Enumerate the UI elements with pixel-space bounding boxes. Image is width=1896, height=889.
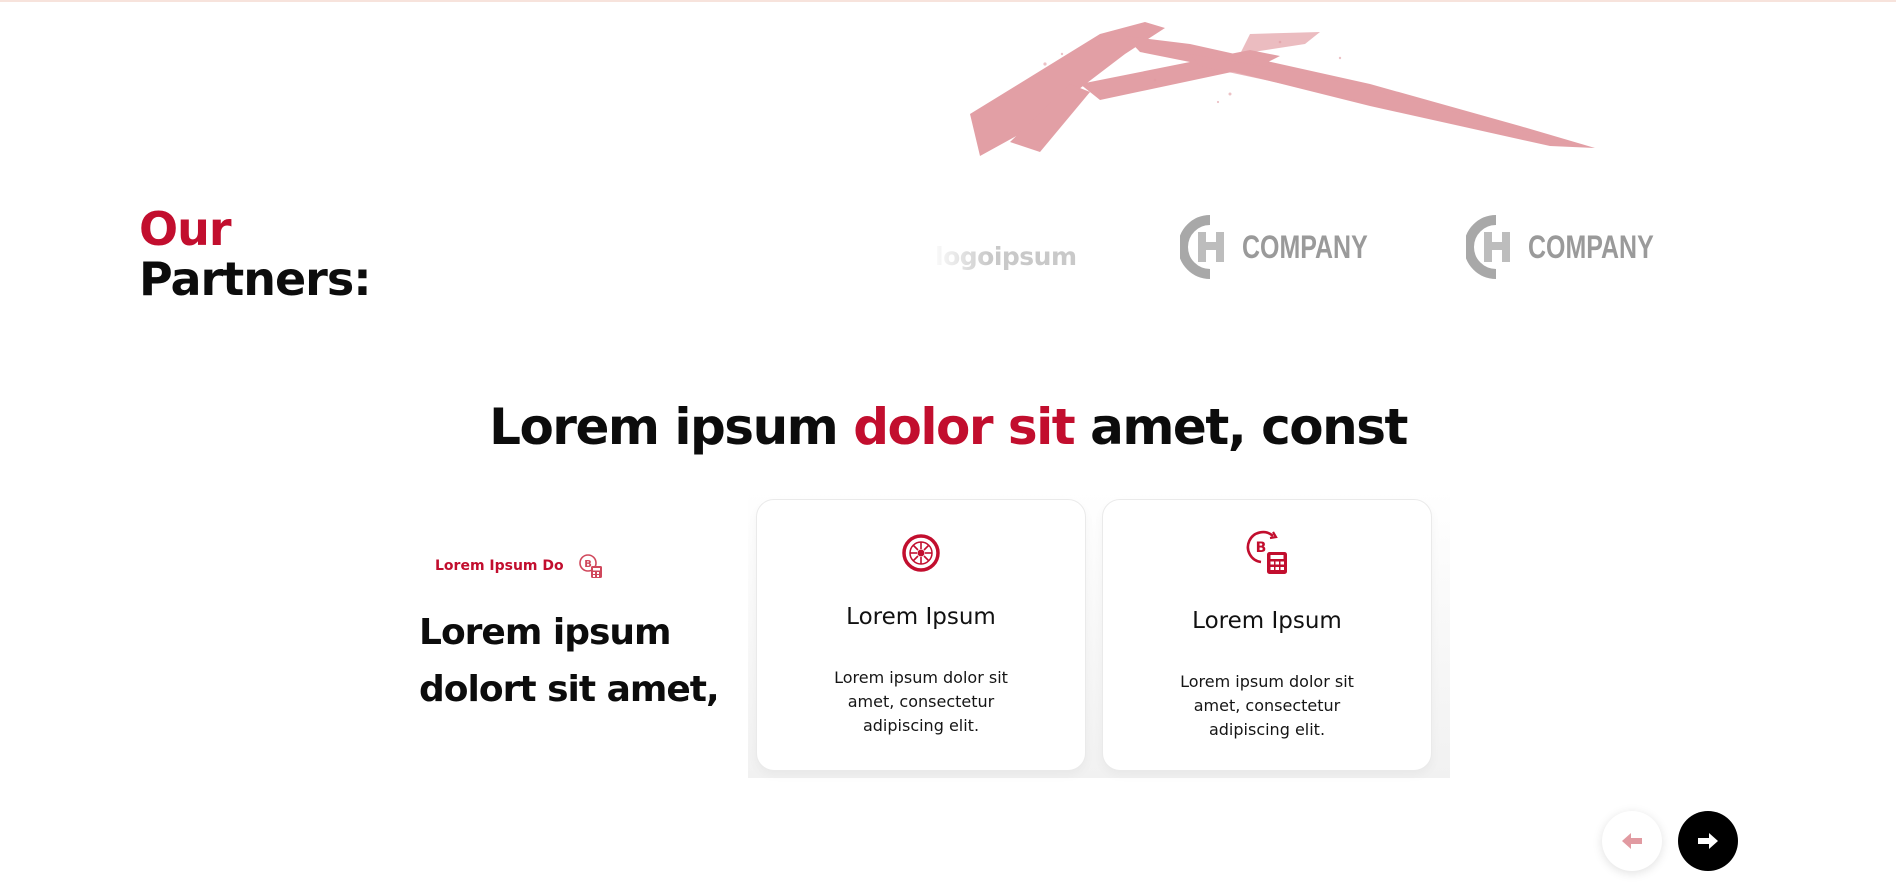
heading-part-2: amet, const	[1074, 398, 1408, 456]
bitcoin-calculator-icon: B	[1246, 530, 1287, 574]
partners-title-rest: Partners:	[139, 252, 372, 306]
left-heading: Lorem ipsum dolort sit amet,	[419, 612, 720, 710]
arrow-right-icon	[1698, 833, 1718, 849]
partners-title: Our Partners:	[139, 202, 372, 306]
heading-part-1: Lorem ipsum	[489, 398, 854, 456]
feature-card[interactable]: B Lorem Ipsum Lorem ipsum dolor sit amet…	[1102, 499, 1432, 771]
company-logo[interactable]: COMPANY	[1180, 212, 1403, 282]
svg-text:B: B	[1256, 540, 1267, 556]
feature-card[interactable]: Lorem Ipsum Lorem ipsum dolor sit amet, …	[756, 499, 1086, 771]
card-title: Lorem Ipsum	[846, 604, 996, 630]
company-logo-name: COMPANY	[1242, 228, 1368, 265]
carousel-next-button[interactable]	[1678, 811, 1738, 871]
brush-stroke-decoration	[970, 22, 1595, 156]
section-heading: Lorem ipsum dolor sit amet, const	[0, 398, 1896, 456]
page: Our Partners: logoipsum COMPANY COMPANY …	[0, 0, 1896, 889]
carousel-fade	[930, 200, 990, 290]
card-text: Lorem ipsum dolor sit amet, consectetur …	[834, 668, 1008, 735]
card-title: Lorem Ipsum	[1192, 608, 1342, 634]
company-logo-icon	[1466, 215, 1510, 279]
company-logo-icon	[1180, 215, 1224, 279]
partner-logo-carousel: logoipsum COMPANY COMPANY	[930, 200, 1750, 290]
top-divider	[0, 0, 1896, 2]
heading-accent: dolor sit	[853, 398, 1076, 456]
card-text: Lorem ipsum dolor sit amet, consectetur …	[1180, 672, 1354, 739]
company-logo[interactable]: COMPANY	[1466, 212, 1689, 282]
bitcoin-calculator-icon: B	[578, 554, 602, 578]
section-tag: Lorem Ipsum Do B	[435, 553, 604, 579]
svg-text:B: B	[584, 559, 592, 570]
arrow-left-icon	[1622, 833, 1642, 849]
wheel-icon	[902, 534, 940, 572]
company-logo-name: COMPANY	[1528, 228, 1654, 265]
carousel-prev-button[interactable]	[1602, 811, 1662, 871]
section-tag-label: Lorem Ipsum Do	[435, 558, 564, 574]
partners-title-accent: Our	[139, 202, 232, 256]
